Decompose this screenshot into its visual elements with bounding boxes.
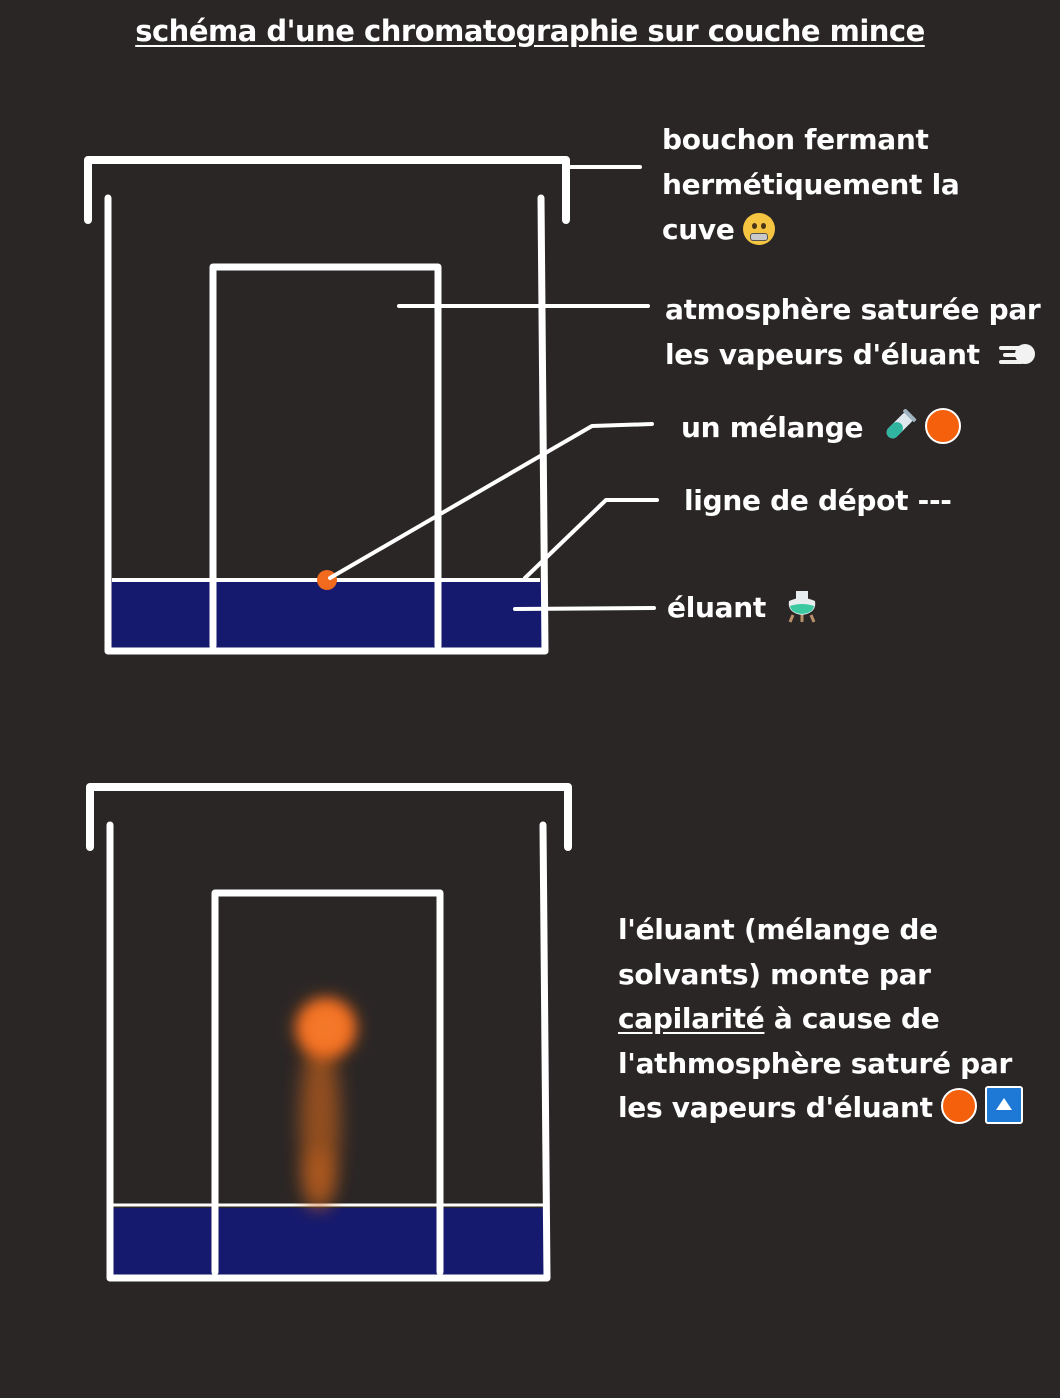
explanation-line3-wrap: capilarité à cause de [618, 997, 1023, 1042]
label-bouchon-line2: hermétiquement la [662, 168, 960, 201]
label-bouchon: bouchon fermant hermétiquement la cuve [662, 117, 960, 252]
tank-after [86, 783, 572, 1282]
eluant-liquid [110, 581, 544, 649]
flask-icon [789, 591, 816, 623]
zipper-mouth-face-icon [742, 213, 775, 245]
dash-wind-icon [999, 344, 1036, 364]
label-ligne-text: ligne de dépot --- [684, 484, 952, 517]
tank-lid [84, 156, 570, 224]
label-eluant-text: éluant [667, 591, 766, 624]
up-triangle-button-icon [984, 1086, 1023, 1124]
label-bouchon-line3: cuve [662, 213, 735, 246]
orange-circle-icon [924, 408, 961, 444]
explanation-line5-wrap: les vapeurs d'éluant [618, 1086, 1023, 1131]
label-atmosphere-line2: les vapeurs d'éluant [665, 338, 980, 371]
test-tube-icon [886, 409, 916, 439]
tank-before [84, 156, 659, 655]
label-bouchon-line1: bouchon fermant [662, 123, 929, 156]
eluant-liquid-after [112, 1208, 546, 1276]
sample-spot [317, 570, 337, 590]
capilarite-term: capilarité [618, 1002, 765, 1035]
label-atmosphere-line1: atmosphère saturée par [665, 293, 1041, 326]
leader-eluant [513, 606, 656, 611]
tank-lid-after [86, 783, 572, 851]
label-ligne: ligne de dépot --- [684, 478, 952, 523]
explanation-line4: l'athmosphère saturé par [618, 1046, 1012, 1080]
explanation-line2: solvants) monte par [618, 957, 931, 991]
label-eluant: éluant [667, 585, 821, 630]
label-atmosphere-line2-wrap: les vapeurs d'éluant [665, 332, 1040, 377]
explanation-line5: les vapeurs d'éluant [618, 1091, 933, 1124]
explanation-text: l'éluant (mélange de solvants) monte par… [618, 908, 1023, 1131]
label-atmosphere: atmosphère saturée par les vapeurs d'élu… [665, 287, 1041, 377]
orange-circle-icon [940, 1088, 977, 1124]
label-melange: un mélange [681, 405, 961, 450]
label-melange-text: un mélange [681, 411, 864, 444]
explanation-line1: l'éluant (mélange de [618, 913, 938, 946]
migration-trail [296, 998, 356, 1210]
explanation-line3-rest: à cause de [773, 1002, 940, 1035]
label-bouchon-line3-wrap: cuve [662, 207, 959, 252]
